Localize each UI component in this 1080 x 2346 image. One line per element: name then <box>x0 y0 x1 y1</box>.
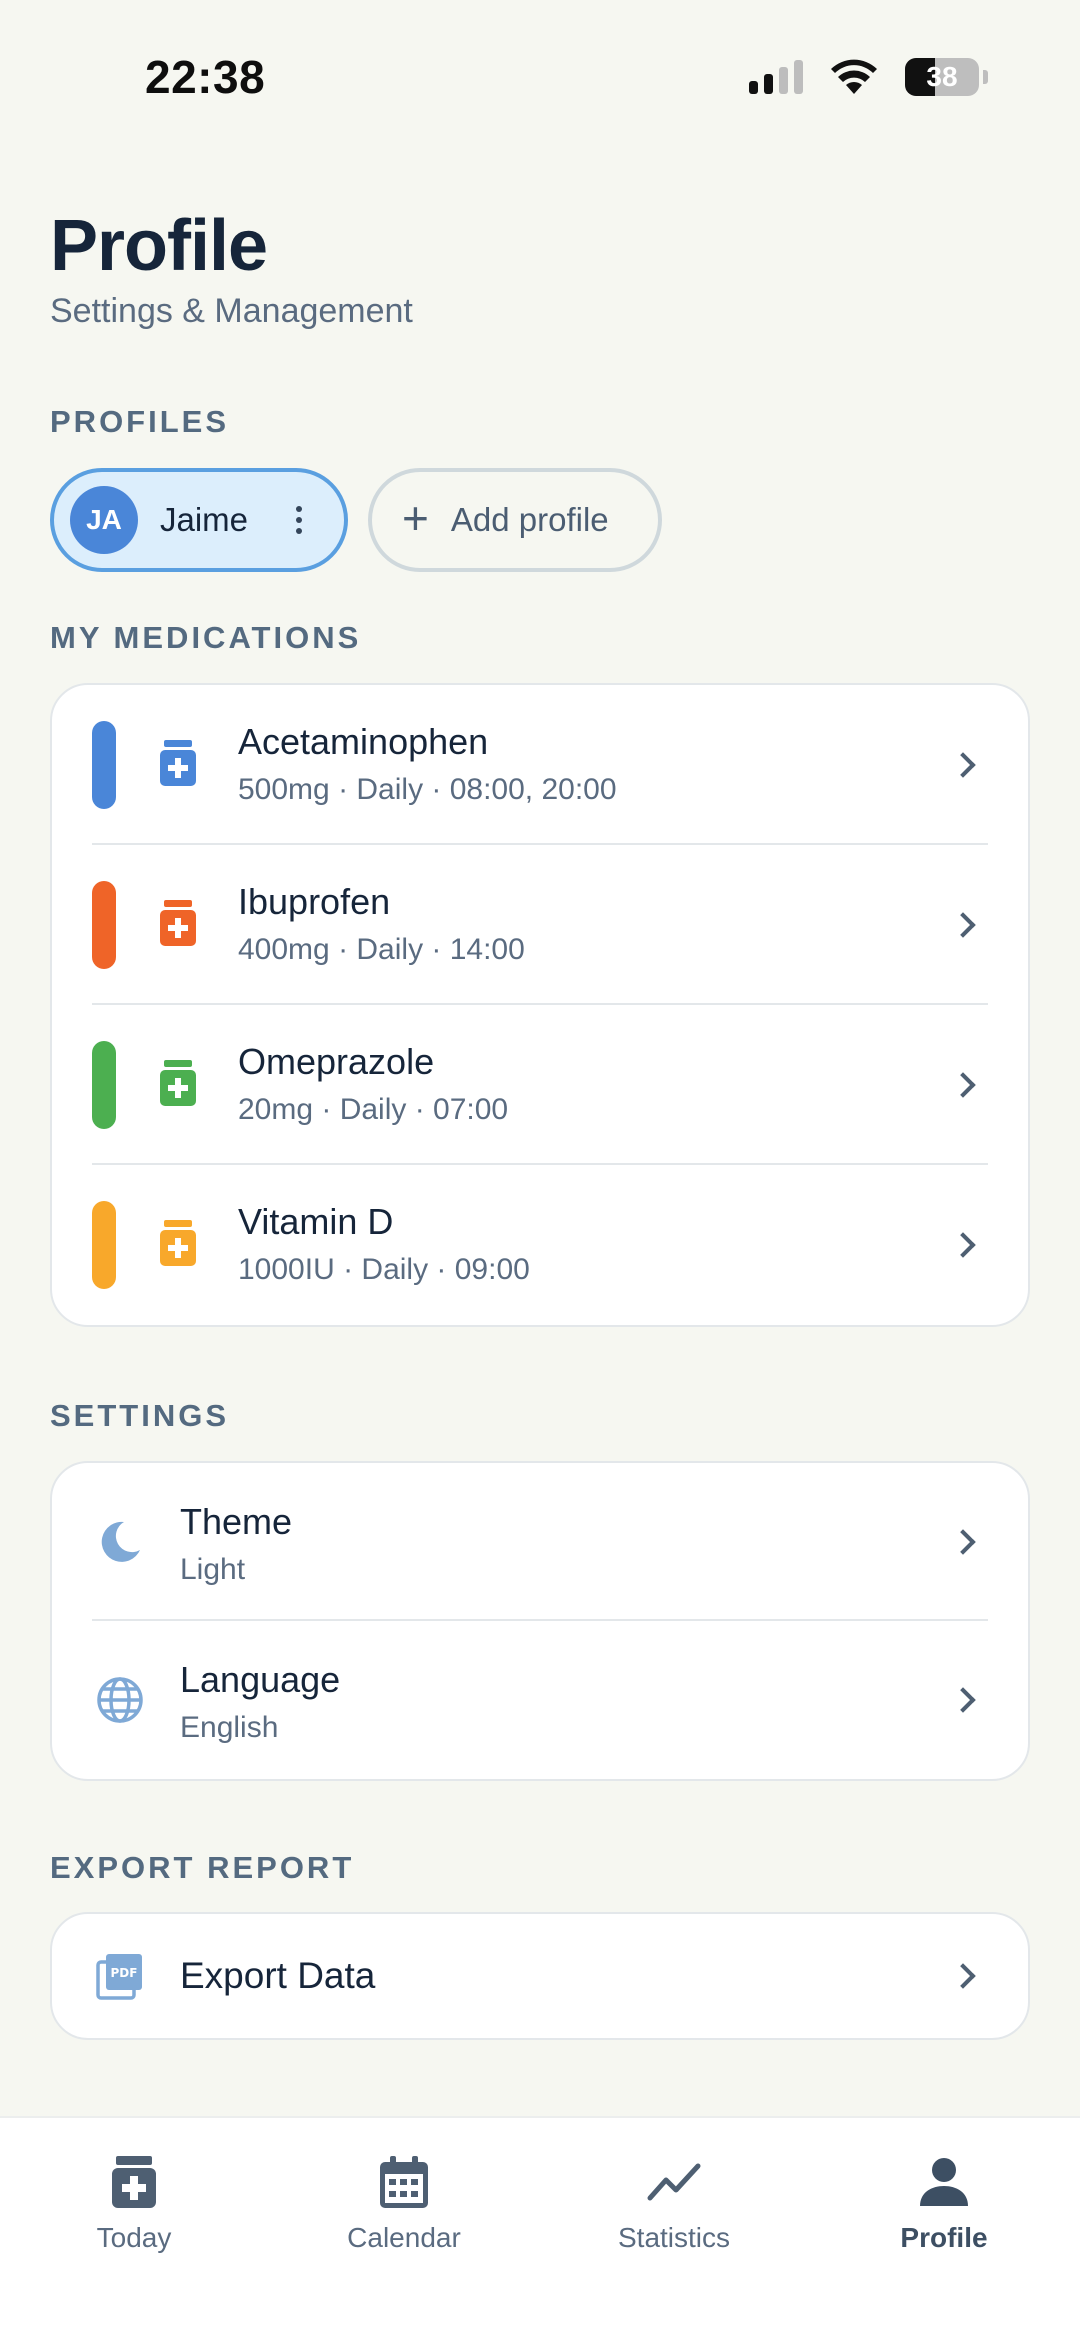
nav-item-profile[interactable]: Profile <box>834 2154 1054 2254</box>
setting-title: Language <box>180 1659 341 1700</box>
add-profile-button[interactable]: + Add profile <box>368 468 662 572</box>
battery-icon: 38 <box>905 58 979 96</box>
section-label-settings: SETTINGS <box>50 1398 230 1433</box>
medication-row-acetaminophen[interactable]: Acetaminophen 500mg · Daily · 08:00, 20:… <box>52 685 1028 845</box>
medication-bottle-icon <box>160 900 196 946</box>
color-indicator <box>92 1041 116 1129</box>
medication-name: Ibuprofen <box>238 881 391 922</box>
status-time: 22:38 <box>145 51 266 103</box>
medication-detail: 500mg · Daily · 08:00, 20:00 <box>238 773 617 806</box>
nav-label-statistics: Statistics <box>617 2222 731 2253</box>
avatar: JA <box>70 486 138 554</box>
setting-value: English <box>180 1711 279 1744</box>
chevron-right-icon <box>950 752 976 778</box>
section-label-export: EXPORT REPORT <box>50 1850 355 1885</box>
calendar-icon <box>380 2156 428 2208</box>
medication-name: Omeprazole <box>238 1041 435 1082</box>
person-icon <box>920 2158 968 2206</box>
export-card: PDF Export Data <box>50 1912 1030 2040</box>
nav-label-profile: Profile <box>900 2222 988 2253</box>
settings-card: Theme Light Language English <box>50 1461 1030 1781</box>
chevron-right-icon <box>950 1232 976 1258</box>
medication-row-vitamin-d[interactable]: Vitamin D 1000IU · Daily · 09:00 <box>52 1165 1028 1325</box>
status-icons: 38 <box>749 58 988 96</box>
medication-bottle-icon <box>160 740 196 786</box>
export-data-button[interactable]: PDF Export Data <box>52 1914 1028 2038</box>
medication-detail: 400mg · Daily · 14:00 <box>238 933 525 966</box>
moon-icon <box>101 1521 140 1562</box>
medication-detail: 20mg · Daily · 07:00 <box>238 1093 509 1126</box>
bottom-nav: Today Calendar Statistics Profile <box>0 2116 1080 2346</box>
wifi-icon <box>831 59 877 94</box>
nav-item-today[interactable]: Today <box>24 2154 244 2254</box>
color-indicator <box>92 721 116 809</box>
section-label-medications: MY MEDICATIONS <box>50 620 362 655</box>
pdf-icon-label: PDF <box>111 1966 138 1980</box>
nav-item-statistics[interactable]: Statistics <box>564 2154 784 2254</box>
medication-bottle-icon <box>160 1220 196 1266</box>
medication-row-ibuprofen[interactable]: Ibuprofen 400mg · Daily · 14:00 <box>52 845 1028 1005</box>
more-vert-icon[interactable] <box>296 506 302 534</box>
nav-item-calendar[interactable]: Calendar <box>294 2154 514 2254</box>
chevron-right-icon <box>950 1072 976 1098</box>
battery-tip <box>983 70 988 84</box>
profile-name: Jaime <box>160 501 249 538</box>
nav-label-today: Today <box>96 2222 172 2253</box>
setting-title: Theme <box>180 1501 293 1542</box>
medication-name: Acetaminophen <box>238 721 489 762</box>
setting-row-theme[interactable]: Theme Light <box>52 1463 1028 1621</box>
medication-name: Vitamin D <box>238 1201 394 1242</box>
medication-bottle-icon <box>160 1060 196 1106</box>
medication-icon <box>112 2156 156 2208</box>
profile-chip-jaime[interactable]: JA Jaime <box>50 468 348 572</box>
section-label-profiles: PROFILES <box>50 404 230 439</box>
medications-card: Acetaminophen 500mg · Daily · 08:00, 20:… <box>50 683 1030 1327</box>
color-indicator <box>92 881 116 969</box>
signal-icon <box>749 60 803 94</box>
add-profile-label: Add profile <box>450 501 609 538</box>
medication-detail: 1000IU · Daily · 09:00 <box>238 1253 530 1286</box>
page-title: Profile <box>50 206 268 286</box>
chevron-right-icon <box>950 912 976 938</box>
nav-label-calendar: Calendar <box>347 2222 461 2253</box>
battery-level: 38 <box>926 61 958 92</box>
chevron-right-icon <box>950 1963 976 1989</box>
plus-icon: + <box>402 492 429 544</box>
medication-row-omeprazole[interactable]: Omeprazole 20mg · Daily · 07:00 <box>52 1005 1028 1165</box>
setting-value: Light <box>180 1553 246 1586</box>
page-subtitle: Settings & Management <box>50 292 413 330</box>
export-data-label: Export Data <box>180 1955 376 1996</box>
setting-row-language[interactable]: Language English <box>52 1621 1028 1779</box>
chevron-right-icon <box>950 1687 976 1713</box>
globe-icon <box>97 1677 143 1723</box>
color-indicator <box>92 1201 116 1289</box>
chevron-right-icon <box>950 1529 976 1555</box>
pdf-icon: PDF <box>96 1954 142 2000</box>
trend-icon <box>647 2163 701 2201</box>
status-bar: 22:38 38 <box>0 0 1080 160</box>
